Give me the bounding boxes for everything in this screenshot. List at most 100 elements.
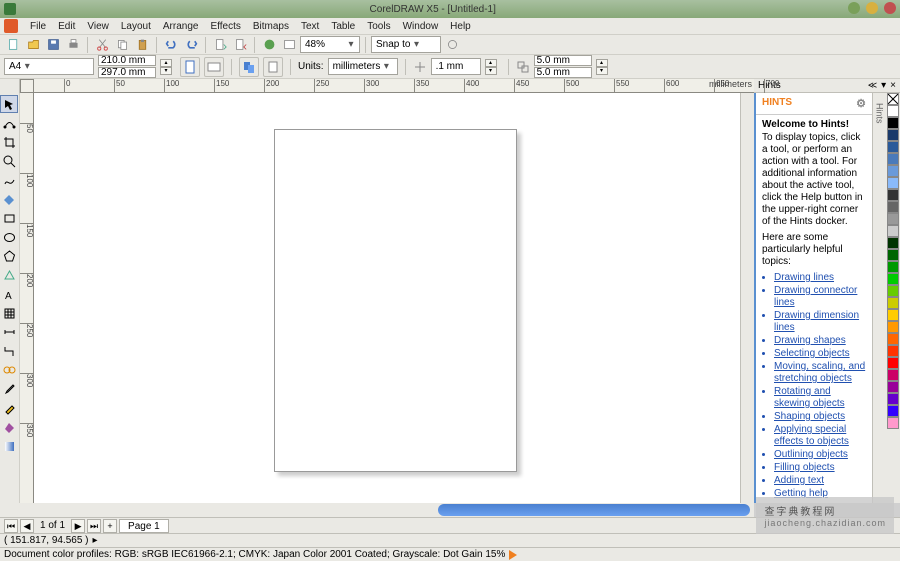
color-swatch[interactable] — [887, 153, 899, 165]
color-swatch[interactable] — [887, 165, 899, 177]
open-button[interactable] — [24, 36, 42, 54]
color-swatch[interactable] — [887, 357, 899, 369]
import-button[interactable] — [211, 36, 229, 54]
spin-up[interactable]: ▴ — [596, 59, 608, 67]
cut-button[interactable] — [93, 36, 111, 54]
spin-up[interactable]: ▴ — [485, 59, 497, 67]
chevron-down-icon[interactable]: ▾ — [380, 61, 392, 72]
color-swatch[interactable] — [887, 321, 899, 333]
hints-link[interactable]: Rotating and skewing objects — [774, 386, 866, 410]
paper-size-combo[interactable]: A4▾ — [4, 58, 94, 75]
color-swatch[interactable] — [887, 189, 899, 201]
polygon-tool[interactable] — [0, 247, 18, 265]
menu-layout[interactable]: Layout — [115, 21, 157, 32]
appstore-button[interactable] — [260, 36, 278, 54]
page-height-field[interactable]: 297.0 mm — [98, 67, 156, 78]
chevron-down-icon[interactable]: ▾ — [410, 39, 422, 50]
pick-tool[interactable] — [0, 95, 18, 113]
add-page-button[interactable]: + — [103, 519, 117, 533]
units-combo[interactable]: millimeters▾ — [328, 58, 398, 75]
menu-help[interactable]: Help — [444, 21, 477, 32]
copy-button[interactable] — [113, 36, 131, 54]
freehand-tool[interactable] — [0, 171, 18, 189]
color-swatch[interactable] — [887, 141, 899, 153]
zoom-combo[interactable]: ▾ — [300, 36, 360, 53]
nudge-field[interactable]: .1 mm — [431, 58, 481, 75]
menu-view[interactable]: View — [81, 21, 115, 32]
no-color-swatch[interactable] — [887, 93, 899, 105]
color-swatch[interactable] — [887, 345, 899, 357]
hints-link[interactable]: Shaping objects — [774, 411, 866, 423]
color-swatch[interactable] — [887, 273, 899, 285]
spin-down[interactable]: ▾ — [596, 67, 608, 75]
hints-link[interactable]: Drawing connector lines — [774, 285, 866, 309]
all-pages-button[interactable] — [239, 57, 259, 77]
next-page-button[interactable]: ▶ — [71, 519, 85, 533]
interactive-fill-tool[interactable] — [0, 437, 18, 455]
welcome-button[interactable] — [280, 36, 298, 54]
crop-tool[interactable] — [0, 133, 18, 151]
color-swatch[interactable] — [887, 237, 899, 249]
first-page-button[interactable]: ⏮ — [4, 519, 18, 533]
menu-bitmaps[interactable]: Bitmaps — [247, 21, 295, 32]
snap-combo[interactable]: Snap to▾ — [371, 36, 441, 53]
portrait-button[interactable] — [180, 57, 200, 77]
paste-button[interactable] — [133, 36, 151, 54]
chevron-down-icon[interactable]: ▾ — [21, 61, 33, 72]
page-width-field[interactable]: 210.0 mm — [98, 55, 156, 66]
basic-shapes-tool[interactable] — [0, 266, 18, 284]
vertical-ruler[interactable]: 50100150200250300350 — [20, 93, 34, 503]
color-swatch[interactable] — [887, 297, 899, 309]
options-button[interactable] — [443, 36, 461, 54]
rectangle-tool[interactable] — [0, 209, 18, 227]
dimension-tool[interactable] — [0, 323, 18, 341]
prev-page-button[interactable]: ◀ — [20, 519, 34, 533]
horizontal-ruler[interactable]: millimeters 0501001502002503003504004505… — [34, 79, 754, 93]
hints-link[interactable]: Moving, scaling, and stretching objects — [774, 361, 866, 385]
export-button[interactable] — [231, 36, 249, 54]
color-swatch[interactable] — [887, 201, 899, 213]
docker-close-icon[interactable]: × — [890, 80, 896, 91]
drawing-canvas[interactable] — [34, 93, 740, 503]
interactive-blend-tool[interactable] — [0, 361, 18, 379]
hints-link[interactable]: Adding text — [774, 475, 866, 487]
menu-edit[interactable]: Edit — [52, 21, 81, 32]
last-page-button[interactable]: ⏭ — [87, 519, 101, 533]
spin-up[interactable]: ▴ — [160, 59, 172, 67]
color-swatch[interactable] — [887, 249, 899, 261]
color-eyedropper-tool[interactable] — [0, 380, 18, 398]
docker-collapse-icon[interactable]: ≪ — [868, 80, 877, 91]
fill-tool[interactable] — [0, 418, 18, 436]
hints-link[interactable]: Selecting objects — [774, 348, 866, 360]
redo-button[interactable] — [182, 36, 200, 54]
ruler-origin[interactable] — [20, 79, 34, 93]
new-button[interactable] — [4, 36, 22, 54]
coords-toggle-icon[interactable]: ▸ — [93, 535, 98, 546]
menu-window[interactable]: Window — [397, 21, 445, 32]
hints-link[interactable]: Drawing shapes — [774, 335, 866, 347]
color-swatch[interactable] — [887, 225, 899, 237]
spin-down[interactable]: ▾ — [485, 67, 497, 75]
page-tab[interactable]: Page 1 — [119, 519, 169, 533]
maximize-button[interactable] — [866, 2, 878, 14]
ellipse-tool[interactable] — [0, 228, 18, 246]
connector-tool[interactable] — [0, 342, 18, 360]
docker-tab-hints[interactable]: Hints — [875, 103, 885, 124]
horizontal-scrollbar[interactable] — [438, 504, 750, 516]
smart-fill-tool[interactable] — [0, 190, 18, 208]
chevron-down-icon[interactable]: ▾ — [345, 39, 357, 50]
current-page-button[interactable] — [263, 57, 283, 77]
outline-pen-tool[interactable] — [0, 399, 18, 417]
hints-link[interactable]: Drawing lines — [774, 272, 866, 284]
hints-settings-icon[interactable]: ⚙ — [856, 97, 866, 110]
duplicate-x-field[interactable]: 5.0 mm — [534, 55, 592, 66]
menu-effects[interactable]: Effects — [204, 21, 246, 32]
color-swatch[interactable] — [887, 381, 899, 393]
hints-link[interactable]: Drawing dimension lines — [774, 310, 866, 334]
color-swatch[interactable] — [887, 261, 899, 273]
color-swatch[interactable] — [887, 105, 899, 117]
hints-link[interactable]: Applying special effects to objects — [774, 424, 866, 448]
shape-tool[interactable] — [0, 114, 18, 132]
color-swatch[interactable] — [887, 309, 899, 321]
color-swatch[interactable] — [887, 405, 899, 417]
